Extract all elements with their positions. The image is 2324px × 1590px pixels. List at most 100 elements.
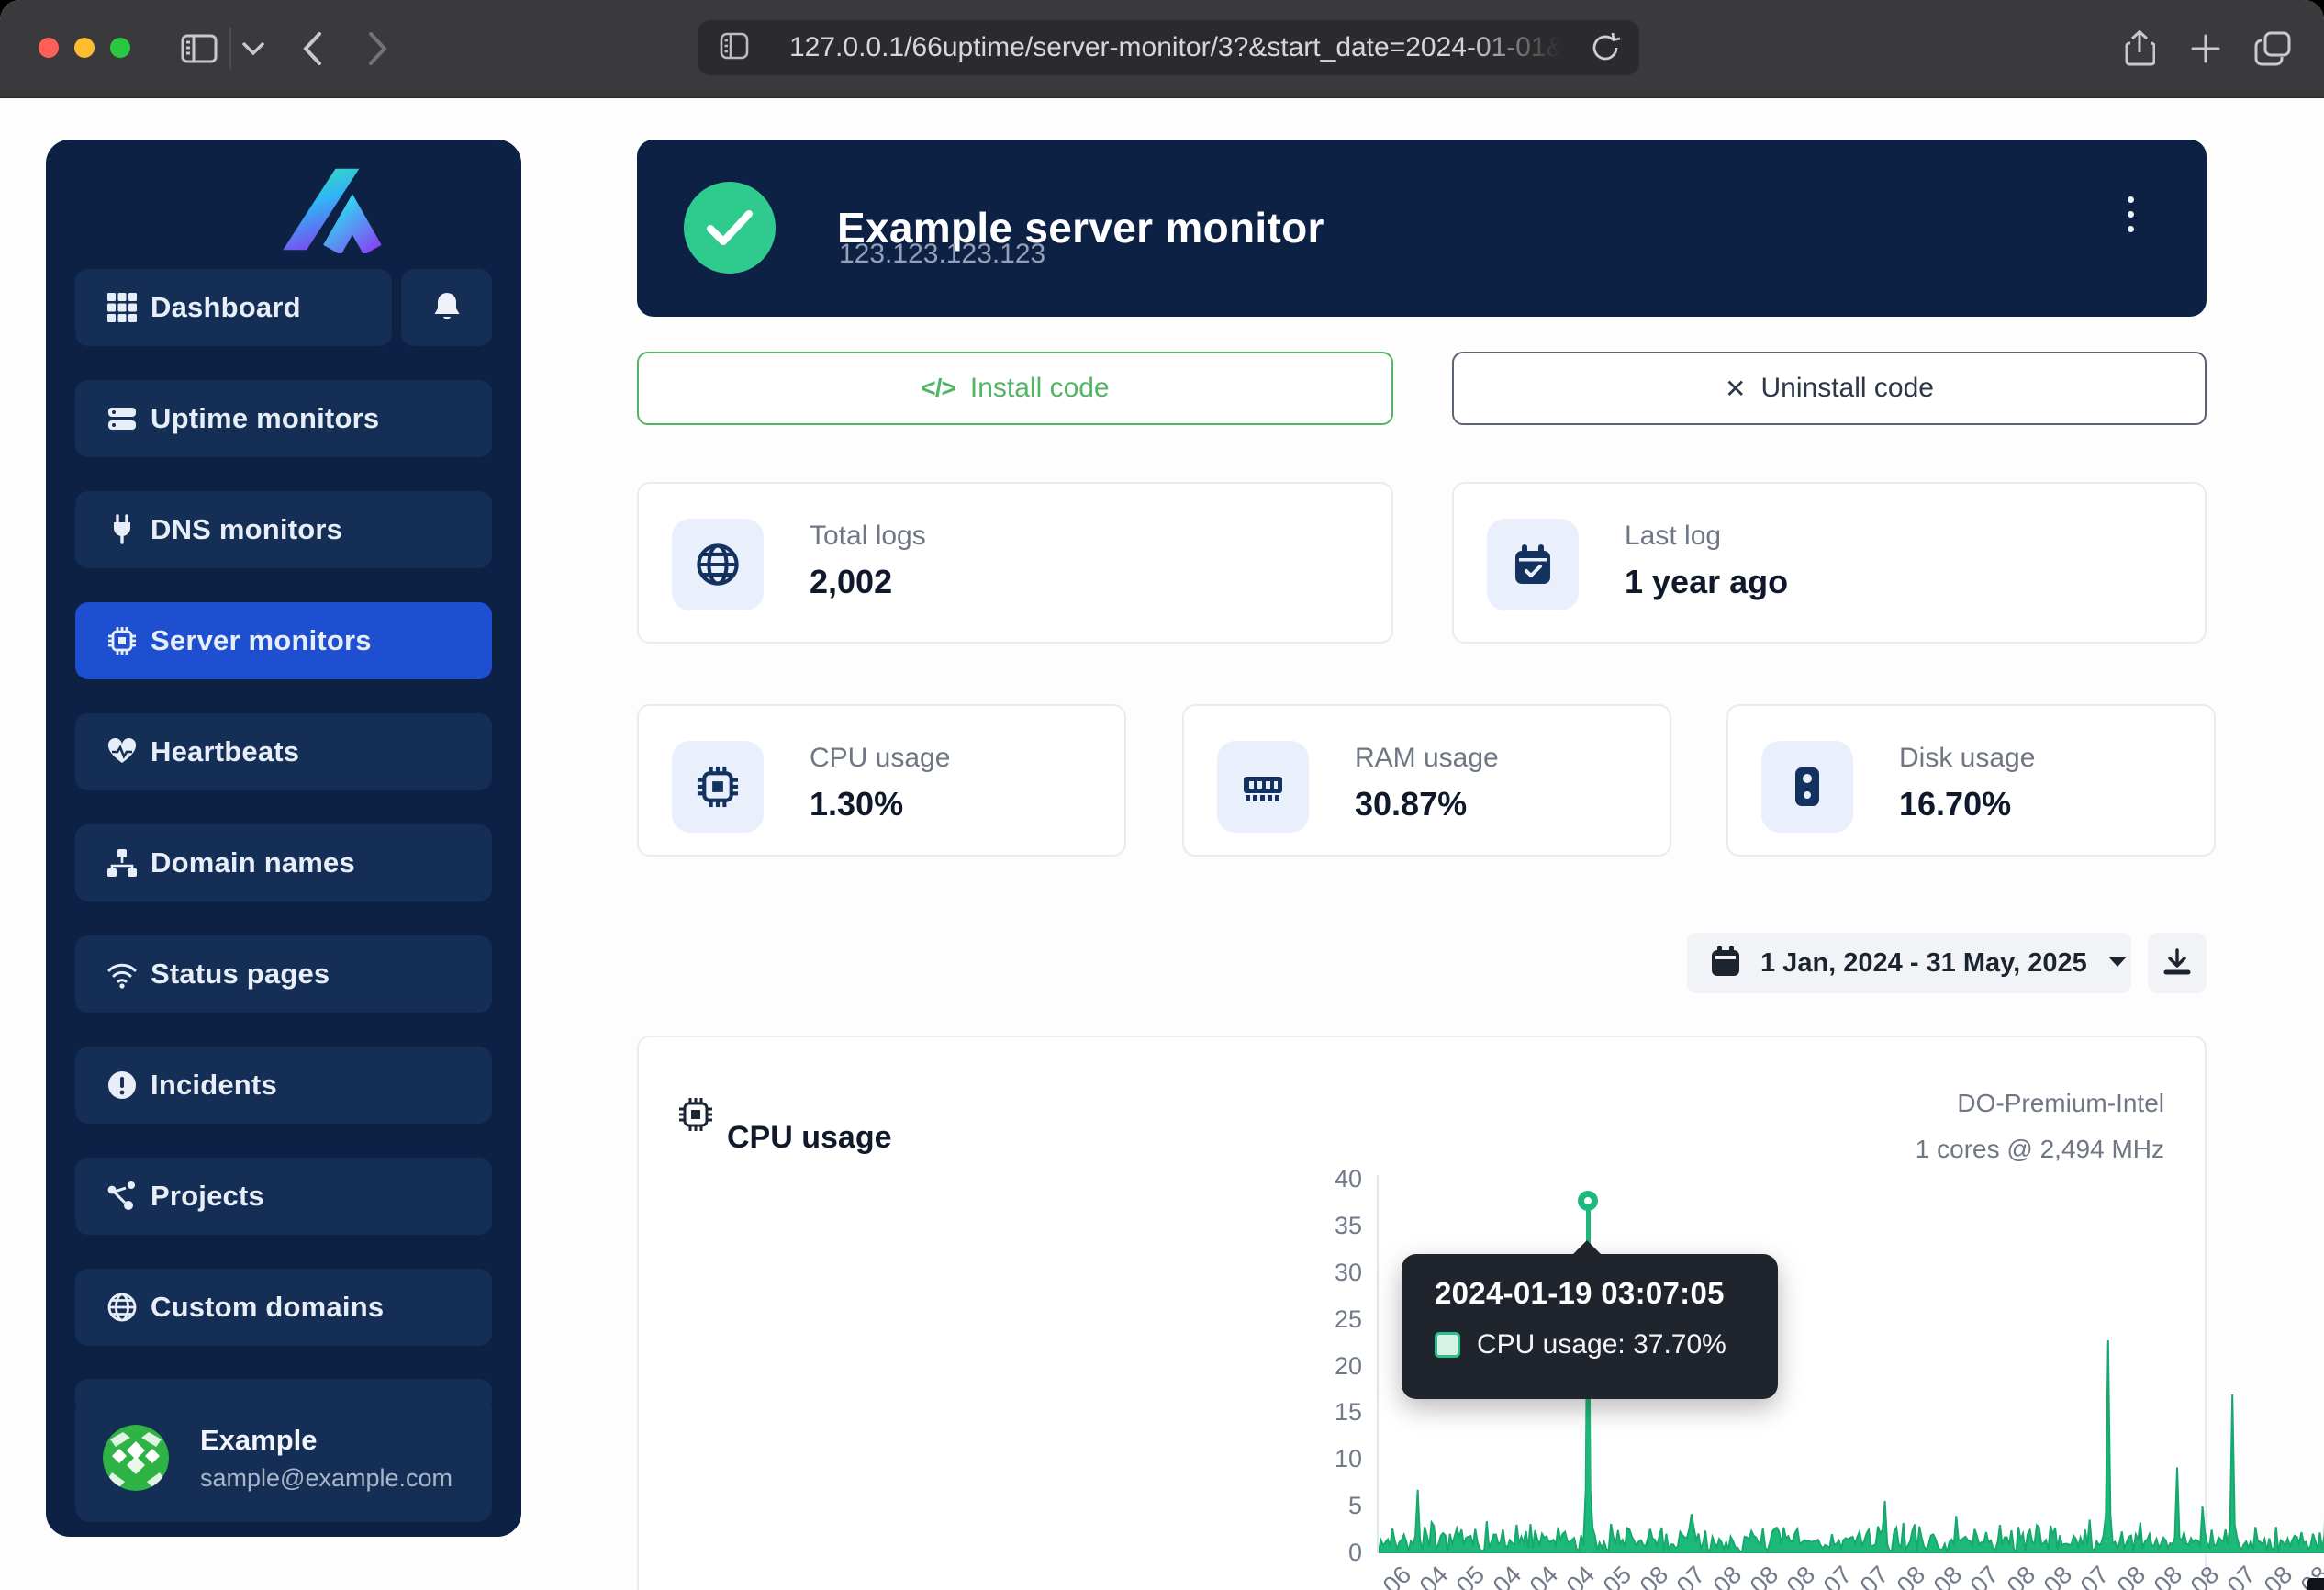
sidebar-item-heartbeats[interactable]: Heartbeats bbox=[75, 713, 492, 790]
minimize-window-button[interactable] bbox=[74, 38, 95, 58]
y-tick-5: 5 bbox=[1298, 1492, 1362, 1520]
url-text[interactable]: 127.0.0.1/66uptime/server-monitor/3?&sta… bbox=[789, 32, 1560, 63]
calendar-icon bbox=[1711, 946, 1740, 981]
stat-label: Last log bbox=[1625, 521, 1721, 552]
kebab-menu-icon[interactable] bbox=[2126, 196, 2135, 241]
tooltip-series-row: CPU usage: 37.70% bbox=[1435, 1329, 1778, 1360]
chevron-down-icon[interactable] bbox=[237, 0, 270, 97]
server-type-label: DO-Premium-Intel bbox=[1957, 1089, 2164, 1118]
globe-icon bbox=[106, 1292, 138, 1323]
stat-value: 30.87% bbox=[1355, 785, 1467, 823]
zoom-window-button[interactable] bbox=[110, 38, 130, 58]
x-tick-label: 08 bbox=[2259, 1561, 2298, 1590]
stat-card-total-logs: Total logs 2,002 bbox=[637, 482, 1393, 644]
y-tick-20: 20 bbox=[1298, 1352, 1362, 1381]
page-content: Dashboard Uptime monitors DNS monitors Serv… bbox=[0, 98, 2324, 1590]
address-bar[interactable]: 127.0.0.1/66uptime/server-monitor/3?&sta… bbox=[698, 20, 1639, 75]
browser-window: 127.0.0.1/66uptime/server-monitor/3?&sta… bbox=[0, 0, 2324, 1590]
sitemap-icon bbox=[106, 847, 138, 879]
disk-icon bbox=[1761, 741, 1853, 833]
stat-card-cpu-usage: CPU usage 1.30% bbox=[637, 704, 1126, 857]
stat-card-disk-usage: Disk usage 16.70% bbox=[1726, 704, 2216, 857]
sidebar-item-custom-domains[interactable]: Custom domains bbox=[75, 1269, 492, 1346]
plug-icon bbox=[106, 514, 138, 545]
sidebar-item-dns-monitors[interactable]: DNS monitors bbox=[75, 491, 492, 568]
chart-tooltip: 2024-01-19 03:07:05 CPU usage: 37.70% bbox=[1402, 1254, 1778, 1399]
sidebar-item-label: Domain names bbox=[151, 846, 355, 879]
globe-icon bbox=[672, 519, 764, 610]
y-tick-30: 30 bbox=[1298, 1259, 1362, 1287]
share-icon[interactable] bbox=[2117, 0, 2162, 97]
y-tick-0: 0 bbox=[1298, 1539, 1362, 1567]
user-name: Example bbox=[200, 1424, 453, 1457]
avatar bbox=[103, 1425, 169, 1491]
sidebar-item-status-pages[interactable]: Status pages bbox=[75, 935, 492, 1013]
server-icon bbox=[106, 403, 138, 434]
reload-icon[interactable] bbox=[1590, 31, 1621, 69]
close-window-button[interactable] bbox=[39, 38, 59, 58]
y-tick-10: 10 bbox=[1298, 1445, 1362, 1473]
stat-label: RAM usage bbox=[1355, 743, 1499, 774]
notifications-bell-button[interactable] bbox=[401, 269, 492, 346]
sidebar-toggle-icon[interactable] bbox=[176, 0, 222, 97]
dashboard-row: Dashboard bbox=[75, 269, 492, 346]
sidebar-item-server-monitors[interactable]: Server monitors bbox=[75, 602, 492, 679]
sidebar-item-label: Incidents bbox=[151, 1069, 277, 1102]
cpu-chip-icon bbox=[677, 1096, 714, 1137]
sidebar-item-label: Projects bbox=[151, 1180, 264, 1213]
user-card[interactable]: Example sample@example.com bbox=[75, 1394, 492, 1522]
uninstall-code-button[interactable]: ✕ Uninstall code bbox=[1452, 352, 2207, 425]
monitor-ip: 123.123.123.123 bbox=[839, 239, 1045, 270]
status-up-icon bbox=[684, 182, 776, 274]
chart-title: CPU usage bbox=[727, 1120, 892, 1156]
sidebar-item-uptime-monitors[interactable]: Uptime monitors bbox=[75, 380, 492, 457]
sidebar-item-domain-names[interactable]: Domain names bbox=[75, 824, 492, 901]
back-icon[interactable] bbox=[292, 0, 332, 97]
forward-icon[interactable] bbox=[358, 0, 398, 97]
caret-down-icon bbox=[2107, 955, 2128, 972]
sidebar-item-label: DNS monitors bbox=[151, 513, 342, 546]
sidebar-item-label: Uptime monitors bbox=[151, 402, 379, 435]
sidebar-nav: Dashboard Uptime monitors DNS monitors Serv… bbox=[75, 269, 492, 1380]
stat-label: Total logs bbox=[810, 521, 926, 552]
date-range-picker[interactable]: 1 Jan, 2024 - 31 May, 2025 bbox=[1687, 933, 2131, 993]
date-range-row: 1 Jan, 2024 - 31 May, 2025 bbox=[637, 933, 2207, 993]
stat-label: Disk usage bbox=[1899, 743, 2035, 774]
y-tick-15: 15 bbox=[1298, 1398, 1362, 1427]
sidebar-item-incidents[interactable]: Incidents bbox=[75, 1047, 492, 1124]
tooltip-value: CPU usage: 37.70% bbox=[1477, 1329, 1726, 1360]
stat-label: CPU usage bbox=[810, 743, 950, 774]
sidebar: Dashboard Uptime monitors DNS monitors Serv… bbox=[46, 140, 521, 1537]
download-chart-button[interactable] bbox=[2148, 933, 2207, 993]
x-icon: ✕ bbox=[1725, 374, 1746, 404]
ram-icon bbox=[1217, 741, 1309, 833]
chip-icon bbox=[672, 741, 764, 833]
x-tick-label: 07 bbox=[2222, 1561, 2262, 1590]
stat-card-ram-usage: RAM usage 30.87% bbox=[1182, 704, 1671, 857]
toolbar-divider bbox=[229, 28, 231, 70]
y-tick-35: 35 bbox=[1298, 1212, 1362, 1240]
tooltip-timestamp: 2024-01-19 03:07:05 bbox=[1435, 1276, 1778, 1311]
browser-toolbar: 127.0.0.1/66uptime/server-monitor/3?&sta… bbox=[0, 0, 2324, 98]
alert-circle-icon bbox=[106, 1069, 138, 1101]
wifi-icon bbox=[106, 958, 138, 990]
sidebar-item-label: Server monitors bbox=[151, 624, 372, 657]
tab-overview-icon[interactable] bbox=[2247, 0, 2298, 97]
stat-value: 1.30% bbox=[810, 785, 903, 823]
sidebar-item-dashboard[interactable]: Dashboard bbox=[75, 269, 392, 346]
stat-value: 16.70% bbox=[1899, 785, 2011, 823]
install-code-button[interactable]: </> Install code bbox=[637, 352, 1393, 425]
screenshot-root: 127.0.0.1/66uptime/server-monitor/3?&sta… bbox=[0, 0, 2324, 1590]
action-buttons-row: </> Install code ✕ Uninstall code bbox=[637, 352, 2207, 425]
branch-icon bbox=[106, 1181, 138, 1212]
page-settings-icon[interactable] bbox=[720, 32, 749, 64]
new-tab-icon[interactable] bbox=[2183, 0, 2229, 97]
heart-pulse-icon bbox=[106, 736, 138, 767]
app-logo bbox=[274, 165, 385, 253]
sidebar-item-label: Heartbeats bbox=[151, 735, 299, 768]
series-swatch bbox=[1435, 1332, 1460, 1358]
y-tick-25: 25 bbox=[1298, 1305, 1362, 1334]
stat-value: 2,002 bbox=[810, 563, 892, 601]
sidebar-item-projects[interactable]: Projects bbox=[75, 1158, 492, 1235]
monitor-header-card: Example server monitor 123.123.123.123 bbox=[637, 140, 2207, 317]
